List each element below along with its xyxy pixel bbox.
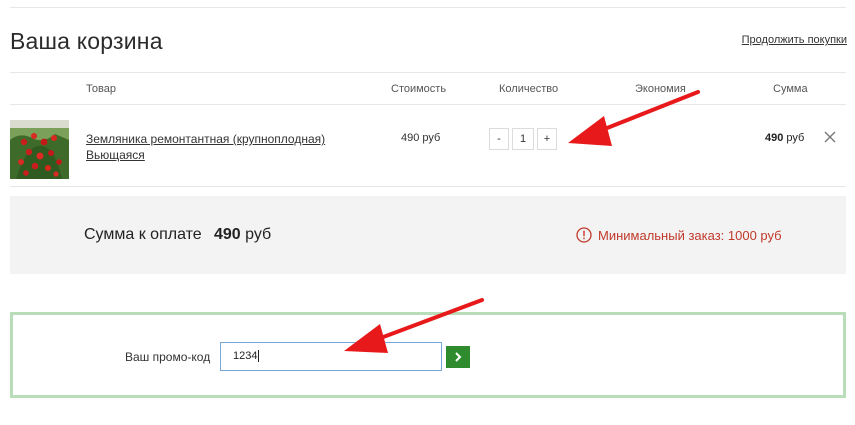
product-name-link[interactable]: Земляника ремонтантная (крупноплодная) В… <box>86 131 346 163</box>
promo-submit-button[interactable] <box>446 346 470 368</box>
item-total-amount: 490 <box>765 132 784 144</box>
remove-item-close-icon[interactable] <box>822 129 838 145</box>
chevron-right-icon <box>455 352 462 362</box>
summary-currency: руб <box>245 226 272 243</box>
min-order-warning: Минимальный заказ: 1000 руб <box>576 227 782 243</box>
text-caret <box>258 350 260 363</box>
column-header-savings: Экономия <box>635 83 686 95</box>
column-header-quantity: Количество <box>499 83 559 95</box>
quantity-stepper: - 1 + <box>489 128 557 150</box>
promo-code-label: Ваш промо-код <box>125 350 211 364</box>
summary-label: Сумма к оплате <box>84 226 202 243</box>
page-title: Ваша корзина <box>10 28 163 54</box>
summary-amount: 490 <box>214 226 241 243</box>
continue-shopping-link[interactable]: Продолжить покупки <box>742 34 847 46</box>
summary-total: 490 руб <box>214 226 271 244</box>
column-header-total: Сумма <box>773 83 808 95</box>
column-header-price: Стоимость <box>391 83 447 95</box>
min-order-text: Минимальный заказ: 1000 руб <box>598 227 782 243</box>
column-header-product: Товар <box>86 83 116 95</box>
top-divider <box>10 7 846 8</box>
warning-icon <box>576 227 592 243</box>
order-summary: Сумма к оплате 490 руб Минимальный заказ… <box>10 196 846 274</box>
cart-table-header: Товар Стоимость Количество Экономия Сумм… <box>10 72 846 105</box>
product-thumbnail[interactable] <box>10 120 69 179</box>
cart-item-row: Земляника ремонтантная (крупноплодная) В… <box>10 105 846 187</box>
promo-code-section: Ваш промо-код 1234 <box>10 312 846 398</box>
item-price: 490 руб <box>401 132 441 144</box>
decrement-button[interactable]: - <box>489 128 509 150</box>
promo-code-value: 1234 <box>233 350 258 362</box>
increment-button[interactable]: + <box>537 128 557 150</box>
quantity-input[interactable]: 1 <box>512 128 534 150</box>
item-total-currency: руб <box>786 132 805 144</box>
promo-code-input[interactable]: 1234 <box>220 342 442 371</box>
item-total: 490 руб <box>765 132 804 144</box>
